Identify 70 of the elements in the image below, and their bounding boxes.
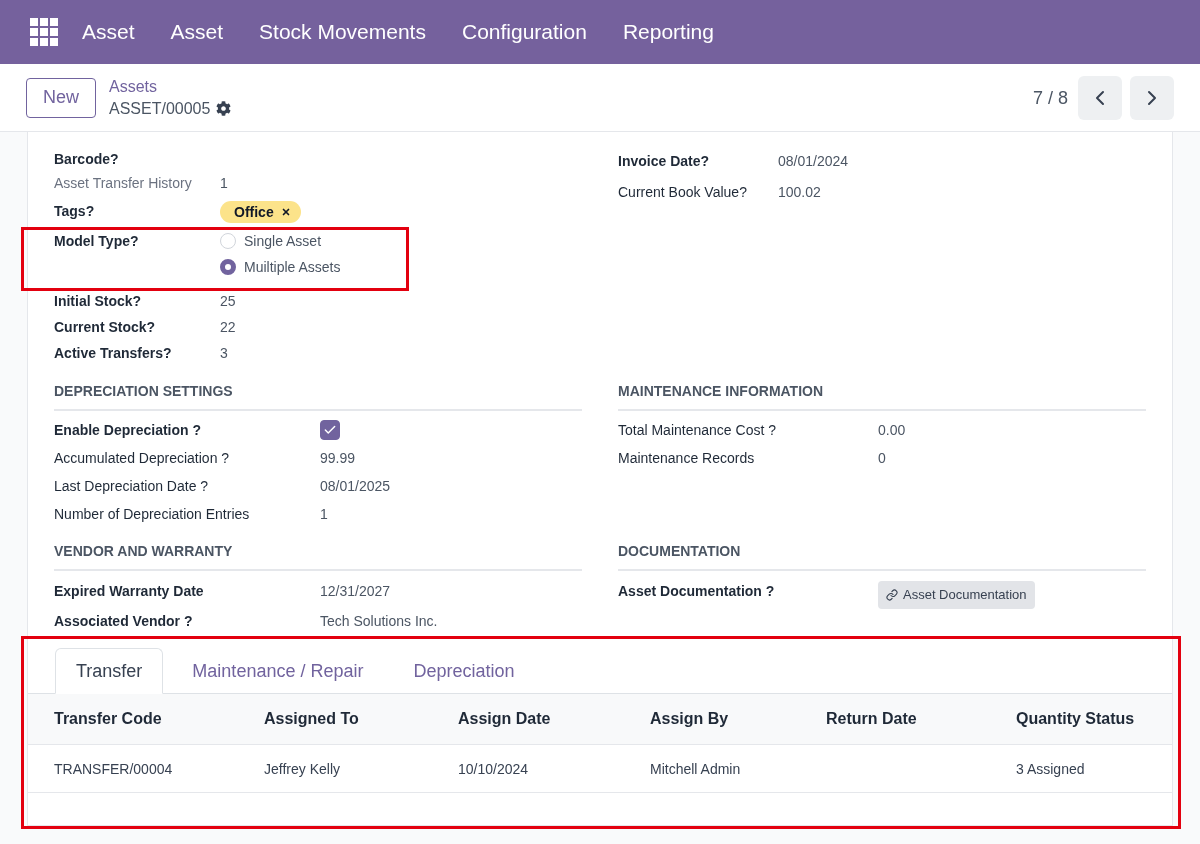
- field-label: Active Transfers?: [54, 344, 172, 363]
- radio-option[interactable]: Muiltiple Assets: [220, 257, 341, 277]
- field-value: 0.00: [878, 421, 906, 440]
- section-title: MAINTENANCE INFORMATION: [618, 383, 824, 399]
- record-name: ASSET/00005: [109, 98, 211, 119]
- field-label: Last Depreciation Date ?: [54, 477, 209, 496]
- column-header: Assign By: [650, 710, 729, 727]
- menu-item[interactable]: Asset: [170, 20, 224, 44]
- documentation-link-button[interactable]: Asset Documentation: [878, 581, 1035, 609]
- table-cell: 3 Assigned: [1016, 760, 1085, 777]
- link-icon: [886, 589, 898, 601]
- tab[interactable]: Maintenance / Repair: [171, 648, 385, 694]
- section-title: VENDOR AND WARRANTY: [54, 543, 233, 559]
- radio-icon[interactable]: [220, 259, 236, 275]
- menu-item[interactable]: Configuration: [461, 20, 587, 44]
- column-header: Assign Date: [458, 710, 551, 727]
- table-cell: 10/10/2024: [458, 760, 529, 777]
- close-icon[interactable]: [280, 207, 291, 217]
- field-label: Maintenance Records: [618, 449, 755, 468]
- checkbox[interactable]: [320, 420, 340, 440]
- field-label: Asset Documentation ?: [618, 582, 775, 601]
- field-value: 99.99: [320, 449, 356, 468]
- field-label: Initial Stock?: [54, 292, 142, 311]
- field-label: Number of Depreciation Entries: [54, 505, 250, 524]
- tag-label: Office: [234, 203, 274, 222]
- field-label: Barcode?: [54, 150, 119, 169]
- field-label: Tags?: [54, 202, 95, 221]
- field-value: 08/01/2025: [320, 477, 391, 496]
- settings-icon[interactable]: [216, 101, 232, 116]
- column-header: Return Date: [826, 710, 917, 727]
- field-label: Invoice Date?: [618, 152, 710, 171]
- field-value: 1: [320, 505, 328, 524]
- field-label: Accumulated Depreciation ?: [54, 449, 230, 468]
- field-label: Total Maintenance Cost ?: [618, 421, 776, 440]
- tab[interactable]: Depreciation: [392, 648, 536, 694]
- field-label: Enable Depreciation ?: [54, 421, 202, 440]
- column-header: Transfer Code: [54, 710, 162, 727]
- column-header: Assigned To: [264, 710, 359, 727]
- field-value: 0: [878, 449, 886, 468]
- field-value: 1: [220, 174, 228, 193]
- menu-item[interactable]: Stock Movements: [259, 20, 426, 44]
- field-value: 25: [220, 292, 236, 311]
- field-label: Current Stock?: [54, 318, 156, 337]
- tab[interactable]: Transfer: [55, 648, 164, 694]
- field-value: 12/31/2027: [320, 582, 391, 601]
- field-label: Current Book Value?: [618, 183, 747, 202]
- table-cell: Mitchell Admin: [650, 760, 741, 777]
- field-label: Asset Transfer History: [54, 174, 192, 193]
- pager-value: 7 / 8: [1032, 86, 1068, 110]
- apps-grid-icon[interactable]: [30, 18, 58, 46]
- field-value: Tech Solutions Inc.: [320, 612, 438, 631]
- column-header: Quantity Status: [1016, 710, 1135, 727]
- field-label: Associated Vendor ?: [54, 612, 193, 631]
- section-title: DOCUMENTATION: [618, 543, 741, 559]
- field-value: 100.02: [778, 183, 821, 202]
- table-cell: Jeffrey Kelly: [264, 760, 340, 777]
- field-label: Expired Warranty Date: [54, 582, 204, 601]
- menu-item[interactable]: Asset: [82, 20, 135, 44]
- field-label: Model Type?: [54, 232, 139, 251]
- section-title: DEPRECIATION SETTINGS: [54, 383, 233, 399]
- menu-item[interactable]: Reporting: [622, 20, 714, 44]
- field-value: 22: [220, 318, 236, 337]
- new-button[interactable]: New: [26, 77, 96, 118]
- breadcrumb-link[interactable]: Assets: [109, 76, 158, 97]
- radio-option[interactable]: Single Asset: [220, 231, 322, 251]
- table-row[interactable]: TRANSFER/00004 Jeffrey Kelly 10/10/2024 Mitchell Admin 3 Assigned: [28, 745, 1172, 793]
- field-value: 3: [220, 344, 228, 363]
- table-cell: TRANSFER/00004: [54, 760, 173, 777]
- field-value: 08/01/2024: [778, 152, 849, 171]
- check-icon: [323, 423, 337, 437]
